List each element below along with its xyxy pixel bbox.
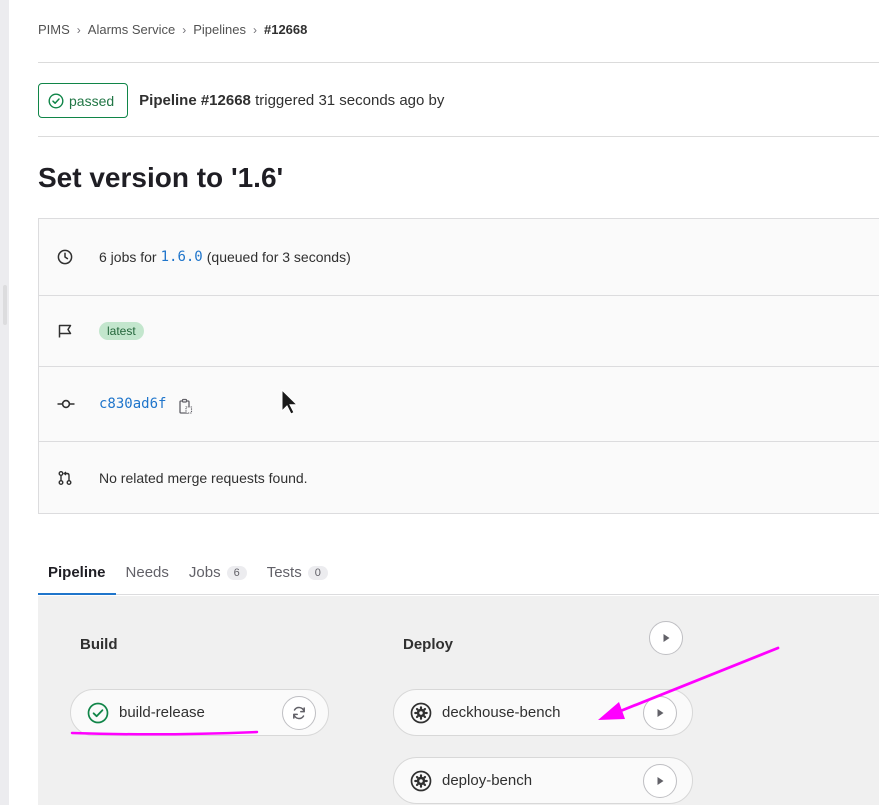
divider [38, 62, 879, 63]
gear-icon [410, 770, 432, 792]
stage-title-deploy: Deploy [403, 636, 454, 653]
breadcrumb-separator: › [252, 22, 257, 37]
status-badge[interactable]: passed [38, 83, 129, 118]
tests-count-badge: 0 [307, 565, 328, 580]
breadcrumb-item-pims[interactable]: PIMS [38, 22, 70, 37]
tab-label: Tests [266, 564, 302, 581]
play-icon [661, 633, 671, 643]
tags-row: latest [39, 296, 879, 366]
tab-pipeline[interactable]: Pipeline [38, 550, 116, 595]
gear-icon [410, 702, 432, 724]
breadcrumb-item-alarms-service[interactable]: Alarms Service [88, 22, 175, 37]
check-circle-icon [48, 92, 64, 109]
latest-tag-badge: latest [99, 322, 144, 340]
tab-label: Needs [125, 564, 169, 581]
jobs-count-badge: 6 [226, 565, 247, 580]
stage-title-build: Build [80, 636, 118, 653]
flag-icon [57, 323, 79, 339]
pipeline-info-box: 6 jobs for 1.6.0 (queued for 3 seconds) … [38, 218, 879, 514]
copy-icon[interactable] [178, 398, 193, 415]
pipeline-trigger-text: Pipeline #12668 triggered 31 seconds ago… [139, 92, 444, 109]
sidebar-resize-handle[interactable] [3, 285, 7, 325]
breadcrumb: PIMS › Alarms Service › Pipelines › #126… [38, 22, 307, 37]
divider [38, 136, 879, 137]
merge-requests-row: No related merge requests found. [39, 442, 879, 514]
play-job-button[interactable] [643, 696, 677, 730]
job-name: deploy-bench [442, 772, 533, 789]
pipeline-status-row: passed Pipeline #12668 triggered 31 seco… [38, 83, 444, 118]
jobs-info-row: 6 jobs for 1.6.0 (queued for 3 seconds) [39, 219, 879, 295]
triggered-text: triggered 31 seconds ago by [250, 92, 445, 109]
tab-label: Pipeline [48, 564, 106, 581]
stage-play-all-button[interactable] [649, 621, 683, 655]
clock-icon [57, 249, 79, 265]
merge-request-icon [57, 470, 79, 486]
commit-row: c830ad6f [39, 367, 879, 441]
play-job-button[interactable] [643, 764, 677, 798]
breadcrumb-item-current[interactable]: #12668 [264, 22, 307, 37]
pipeline-tabs: Pipeline Needs Jobs 6 Tests 0 [38, 550, 879, 595]
job-name: build-release [119, 704, 205, 721]
breadcrumb-separator: › [76, 22, 81, 37]
job-name: deckhouse-bench [442, 704, 561, 721]
ref-link[interactable]: 1.6.0 [161, 249, 203, 265]
retry-icon [291, 705, 307, 721]
retry-button[interactable] [282, 696, 316, 730]
main-content: PIMS › Alarms Service › Pipelines › #126… [38, 0, 879, 805]
merge-requests-text: No related merge requests found. [99, 470, 308, 486]
tab-label: Jobs [188, 564, 221, 581]
commit-icon [57, 396, 79, 412]
left-sidebar-edge [0, 0, 9, 805]
breadcrumb-item-pipelines[interactable]: Pipelines [193, 22, 246, 37]
pipeline-id: Pipeline #12668 [139, 92, 251, 109]
check-circle-icon [87, 702, 109, 724]
jobs-count-text: 6 jobs for [99, 249, 157, 265]
play-icon [655, 708, 665, 718]
breadcrumb-separator: › [182, 22, 187, 37]
tab-jobs[interactable]: Jobs 6 [179, 550, 257, 595]
queued-text: (queued for 3 seconds) [206, 249, 351, 265]
page-title: Set version to '1.6' [38, 162, 284, 193]
status-badge-label: passed [69, 92, 115, 109]
pipeline-graph: Build Deploy build-release deckhouse-ben… [38, 596, 879, 805]
tab-tests[interactable]: Tests 0 [257, 550, 338, 595]
tab-needs[interactable]: Needs [116, 550, 179, 595]
commit-sha-link[interactable]: c830ad6f [99, 396, 166, 412]
play-icon [655, 776, 665, 786]
